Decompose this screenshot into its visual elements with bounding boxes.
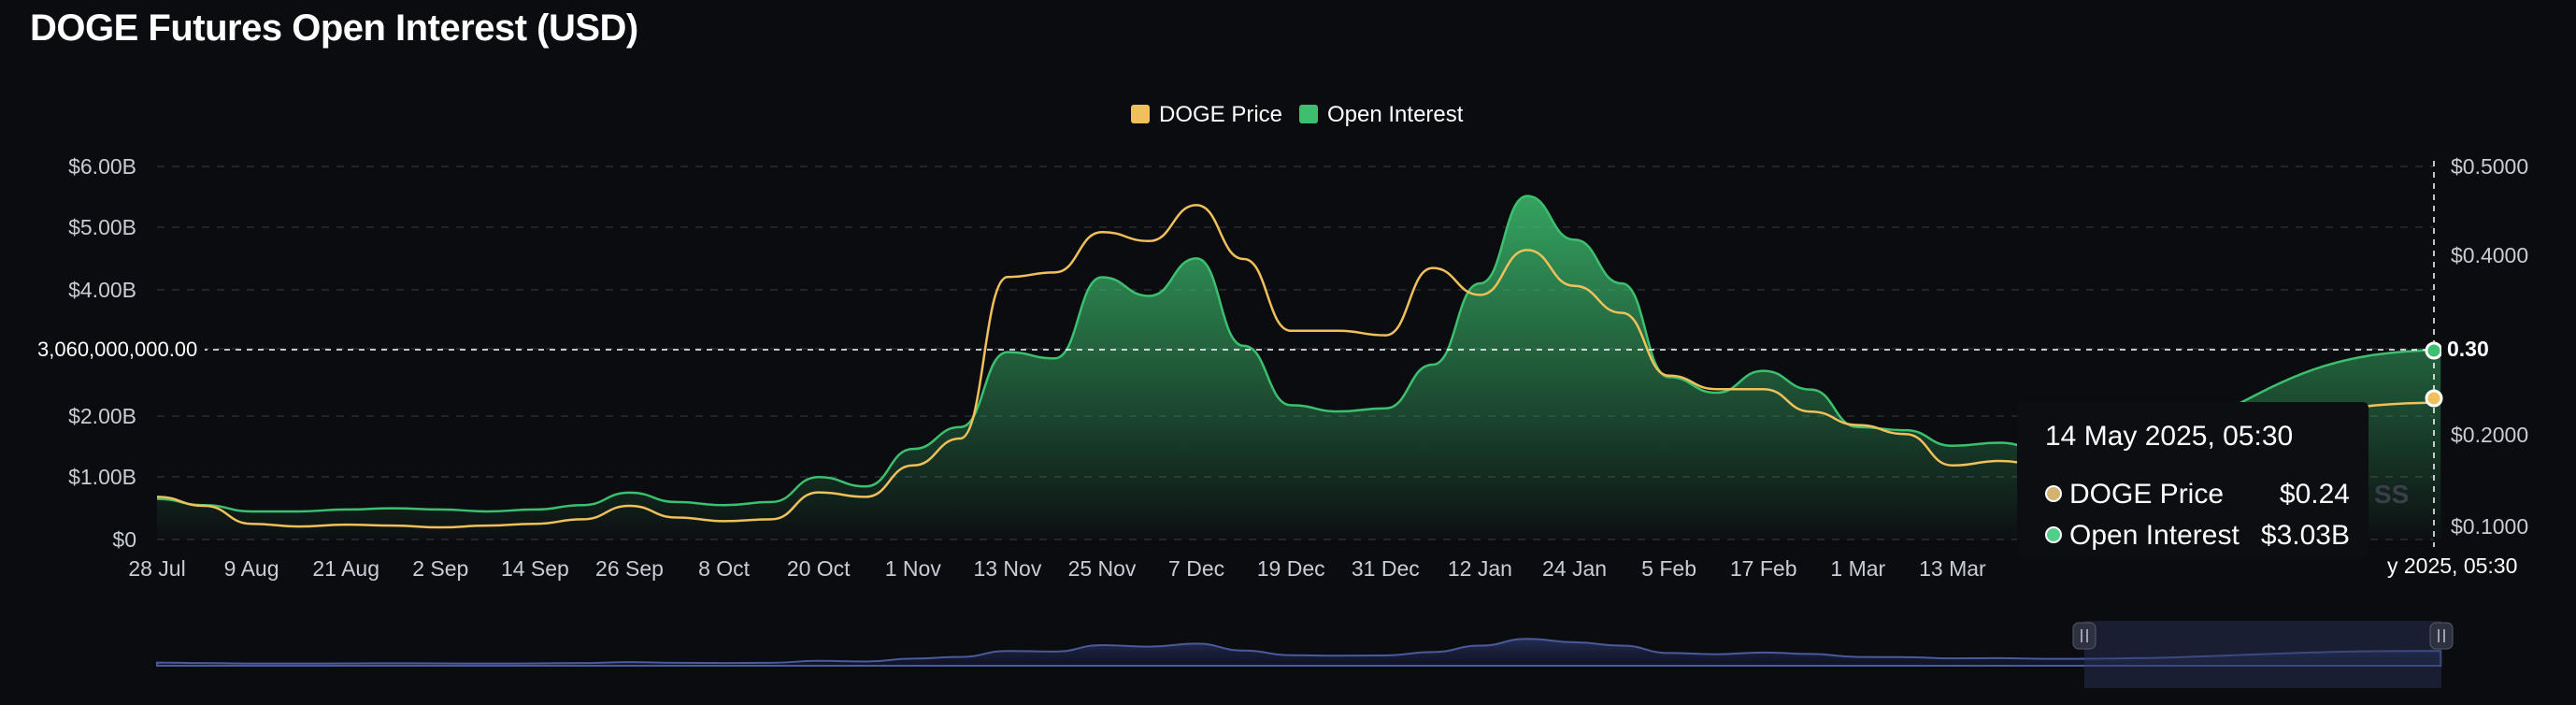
- legend-swatch-oi[interactable]: [1299, 105, 1318, 123]
- x-tick-label: 25 Nov: [1068, 556, 1137, 581]
- x-tick-label: 21 Aug: [312, 556, 379, 581]
- y-left-tick: $4.00B: [68, 278, 136, 302]
- tooltip-row-oi: Open Interest $3.03B: [2045, 520, 2350, 557]
- x-tick-label: 17 Feb: [1730, 556, 1797, 581]
- y-left-tick: $6.00B: [68, 154, 136, 179]
- crosshair-date-label: y 2025, 05:30: [2380, 550, 2526, 583]
- y-left-tick: $0: [112, 527, 136, 552]
- watermark: SS: [2374, 480, 2409, 509]
- y-right-tick: $0.2000: [2451, 423, 2528, 447]
- x-tick-label: 13 Nov: [973, 556, 1041, 581]
- y-left-tick: $5.00B: [68, 215, 136, 239]
- price-dot-icon: [2045, 485, 2062, 503]
- crosshair-right-value: 0.30: [2441, 335, 2495, 364]
- x-tick-label: 5 Feb: [1641, 556, 1696, 581]
- crosshair-left-value: 3,060,000,000.00: [30, 334, 206, 366]
- tooltip-title: 14 May 2025, 05:30: [2045, 421, 2294, 452]
- tooltip-price-label: DOGE Price: [2069, 479, 2225, 510]
- x-axis: 28 Jul 9 Aug 21 Aug 2 Sep 14 Sep 26 Sep 8 Oct 2…: [128, 556, 1986, 581]
- x-tick-label: 26 Sep: [595, 556, 664, 581]
- crosshair-dot-oi: [2425, 341, 2443, 360]
- chart-svg[interactable]: DOGE Price Open Interest $0 $1.00B $2.00…: [0, 0, 2576, 705]
- x-tick-label: 31 Dec: [1352, 556, 1420, 581]
- x-tick-label: 19 Dec: [1257, 556, 1325, 581]
- x-tick-label: 12 Jan: [1448, 556, 1512, 581]
- x-tick-label: 1 Mar: [1830, 556, 1885, 581]
- navigator-handle-left[interactable]: [2072, 622, 2097, 650]
- x-tick-label: 20 Oct: [787, 556, 851, 581]
- navigator-handle-right[interactable]: [2429, 622, 2454, 650]
- legend-label-price[interactable]: DOGE Price: [1159, 102, 1282, 127]
- y-right-tick: $0.4000: [2451, 243, 2528, 267]
- oi-dot-icon: [2045, 526, 2062, 544]
- navigator[interactable]: [156, 621, 2454, 688]
- x-tick-label: 28 Jul: [128, 556, 185, 581]
- tooltip-price-value: $0.24: [2279, 479, 2350, 510]
- x-tick-label: 13 Mar: [1919, 556, 1986, 581]
- x-tick-label: 9 Aug: [224, 556, 279, 581]
- tooltip-row-price: DOGE Price $0.24: [2045, 479, 2350, 516]
- navigator-selection[interactable]: [2084, 621, 2441, 688]
- x-tick-label: 8 Oct: [698, 556, 751, 581]
- tooltip-oi-value: $3.03B: [2260, 520, 2350, 551]
- y-left-tick: $2.00B: [68, 404, 136, 428]
- x-tick-label: 14 Sep: [501, 556, 569, 581]
- x-tick-label: 7 Dec: [1168, 556, 1224, 581]
- tooltip-oi-label: Open Interest: [2069, 520, 2240, 551]
- legend-swatch-price[interactable]: [1131, 105, 1150, 123]
- y-right-tick: $0.1000: [2451, 514, 2528, 539]
- x-tick-label: 24 Jan: [1542, 556, 1607, 581]
- legend-label-oi[interactable]: Open Interest: [1327, 102, 1464, 127]
- crosshair-dot-price: [2425, 389, 2443, 408]
- tooltip: 14 May 2025, 05:30 DOGE Price $0.24 Open…: [2017, 402, 2368, 557]
- x-tick-label: 2 Sep: [412, 556, 468, 581]
- y-right-tick: $0.5000: [2451, 154, 2528, 179]
- legend: DOGE Price Open Interest: [1131, 102, 1464, 127]
- x-tick-label: 1 Nov: [885, 556, 942, 581]
- y-left-tick: $1.00B: [68, 465, 136, 489]
